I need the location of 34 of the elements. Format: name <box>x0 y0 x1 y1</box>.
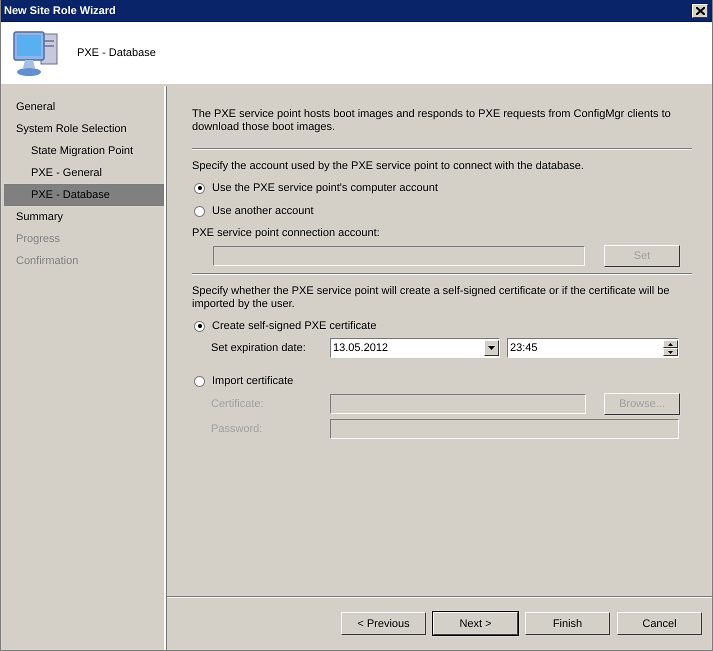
instruction-text: Specify the account used by the PXE service point to connect with the database. <box>192 160 585 173</box>
time-field[interactable]: 23:45 <box>507 338 679 358</box>
nav-item[interactable]: Summary <box>4 206 164 228</box>
nav-item[interactable]: State Migration Point <box>4 140 164 162</box>
field-label: PXE service point connection account: <box>192 227 381 239</box>
nav-item[interactable]: PXE - Database <box>4 184 164 206</box>
page-title: PXE - Database <box>77 47 156 59</box>
radio-label: Create self-signed PXE certificate <box>212 320 376 332</box>
radio-label: Use another account <box>212 205 314 217</box>
radio-button[interactable] <box>194 320 205 332</box>
window-title: New Site Role Wizard <box>4 5 116 17</box>
radio-button[interactable] <box>194 376 205 386</box>
spinner-icon[interactable] <box>663 340 678 356</box>
nav-item[interactable]: PXE - General <box>4 162 164 184</box>
radio-button[interactable] <box>194 182 205 194</box>
radio-option[interactable]: Create self-signed PXE certificate <box>192 318 692 334</box>
field-label: Set expiration date: <box>211 342 307 354</box>
wizard-button[interactable]: < Previous <box>341 612 426 635</box>
radio-option[interactable]: Import certificate <box>192 373 692 389</box>
description-text: The PXE service point hosts boot images and responds to PXE requests from ConfigMgr clients to download those boot images. <box>192 108 672 134</box>
date-dropdown[interactable]: 13.05.2012 <box>330 338 500 358</box>
close-button[interactable] <box>692 4 708 18</box>
wizard-button[interactable]: Cancel <box>617 612 702 635</box>
nav-item[interactable]: System Role Selection <box>4 118 164 140</box>
wizard-button[interactable]: Finish <box>525 612 610 635</box>
radio-label: Use the PXE service point's computer account <box>212 182 438 194</box>
radio-label: Import certificate <box>212 375 294 387</box>
wizard-button[interactable]: Next > <box>433 612 518 635</box>
radio-option[interactable]: Use another account <box>192 203 692 219</box>
nav-item[interactable]: General <box>4 96 164 118</box>
radio-button[interactable] <box>194 206 205 216</box>
close-icon[interactable] <box>696 7 704 15</box>
instruction-text: Specify whether the PXE service point will create a self-signed certificate or if the certificate will be imported by the user. <box>192 285 670 311</box>
radio-option[interactable]: Use the PXE service point's computer account <box>192 180 692 196</box>
